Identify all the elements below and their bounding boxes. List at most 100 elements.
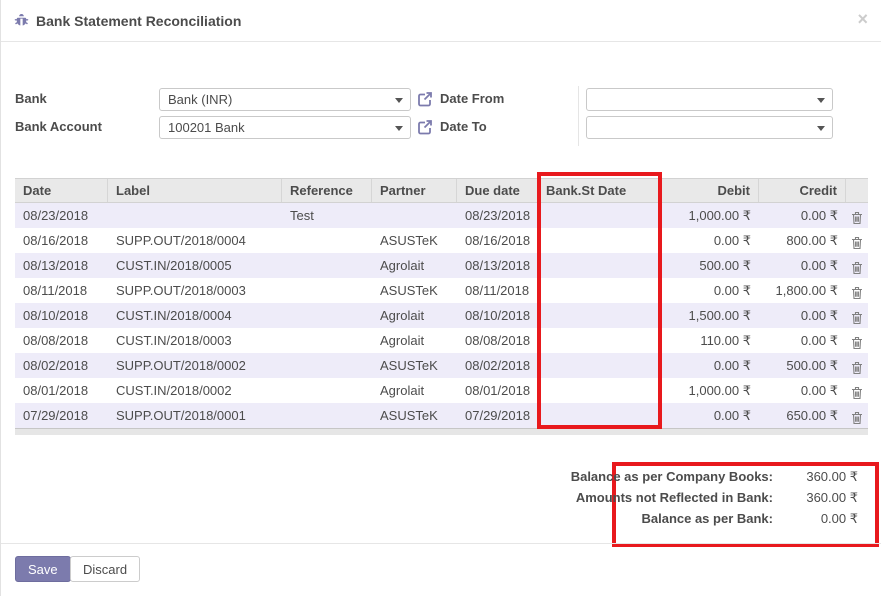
cell-actions <box>846 228 868 253</box>
cell-bank-st-date <box>538 253 662 278</box>
summary-row-company-books: Balance as per Company Books: 360.00 ₹ <box>571 466 858 487</box>
cell-bank-st-date <box>538 203 662 228</box>
summary-label: Amounts not Reflected in Bank: <box>576 487 773 508</box>
cell-credit: 0.00 ₹ <box>759 328 846 353</box>
table-row[interactable]: 07/29/2018 SUPP.OUT/2018/0001 ASUSTeK 07… <box>15 403 868 428</box>
table-header-row: Date Label Reference Partner Due date Ba… <box>15 178 868 203</box>
cell-reference <box>282 353 372 378</box>
cell-due-date: 08/08/2018 <box>457 328 538 353</box>
delete-row-icon[interactable] <box>851 258 863 272</box>
cell-debit: 1,000.00 ₹ <box>662 378 759 403</box>
cell-reference <box>282 278 372 303</box>
table-row[interactable]: 08/13/2018 CUST.IN/2018/0005 Agrolait 08… <box>15 253 868 278</box>
cell-debit: 110.00 ₹ <box>662 328 759 353</box>
cell-date: 08/13/2018 <box>15 253 108 278</box>
cell-debit: 0.00 ₹ <box>662 278 759 303</box>
cell-due-date: 08/23/2018 <box>457 203 538 228</box>
bank-account-select-value: 100201 Bank <box>168 120 245 135</box>
close-icon[interactable]: × <box>857 10 868 28</box>
cell-date: 08/01/2018 <box>15 378 108 403</box>
bank-select-value: Bank (INR) <box>168 92 232 107</box>
cell-bank-st-date <box>538 378 662 403</box>
cell-label: SUPP.OUT/2018/0002 <box>108 353 282 378</box>
delete-row-icon[interactable] <box>851 358 863 372</box>
cell-label: CUST.IN/2018/0002 <box>108 378 282 403</box>
column-header-actions <box>846 179 868 202</box>
cell-bank-st-date <box>538 403 662 428</box>
cell-debit: 1,500.00 ₹ <box>662 303 759 328</box>
cell-partner: ASUSTeK <box>372 228 457 253</box>
cell-due-date: 08/11/2018 <box>457 278 538 303</box>
cell-credit: 0.00 ₹ <box>759 203 846 228</box>
cell-actions <box>846 278 868 303</box>
table-row[interactable]: 08/01/2018 CUST.IN/2018/0002 Agrolait 08… <box>15 378 868 403</box>
cell-date: 08/16/2018 <box>15 228 108 253</box>
delete-row-icon[interactable] <box>851 283 863 297</box>
bank-select[interactable]: Bank (INR) <box>159 88 411 111</box>
cell-label: CUST.IN/2018/0003 <box>108 328 282 353</box>
bank-external-link-icon[interactable] <box>417 91 433 107</box>
cell-date: 08/23/2018 <box>15 203 108 228</box>
cell-reference <box>282 378 372 403</box>
cell-credit: 1,800.00 ₹ <box>759 278 846 303</box>
cell-bank-st-date <box>538 278 662 303</box>
bank-account-label: Bank Account <box>15 119 102 134</box>
form-divider <box>578 86 579 146</box>
cell-reference <box>282 303 372 328</box>
bank-account-external-link-icon[interactable] <box>417 119 433 135</box>
cell-actions <box>846 203 868 228</box>
dialog-header: Bank Statement Reconciliation × <box>1 0 881 42</box>
delete-row-icon[interactable] <box>851 408 863 422</box>
discard-button[interactable]: Discard <box>70 556 140 582</box>
summary-label: Balance as per Company Books: <box>571 466 773 487</box>
summary-value: 360.00 ₹ <box>773 487 858 508</box>
delete-row-icon[interactable] <box>851 233 863 247</box>
column-header-reference[interactable]: Reference <box>282 179 372 202</box>
bank-statement-reconciliation-dialog: Bank Statement Reconciliation × Bank Ban… <box>0 0 881 596</box>
cell-partner: Agrolait <box>372 328 457 353</box>
cell-label: CUST.IN/2018/0005 <box>108 253 282 278</box>
date-from-label: Date From <box>440 91 504 106</box>
cell-due-date: 08/13/2018 <box>457 253 538 278</box>
cell-actions <box>846 328 868 353</box>
cell-label: SUPP.OUT/2018/0003 <box>108 278 282 303</box>
table-row[interactable]: 08/02/2018 SUPP.OUT/2018/0002 ASUSTeK 08… <box>15 353 868 378</box>
delete-row-icon[interactable] <box>851 208 863 222</box>
summary-row-not-reflected: Amounts not Reflected in Bank: 360.00 ₹ <box>571 487 858 508</box>
column-header-due-date[interactable]: Due date <box>457 179 538 202</box>
cell-date: 08/11/2018 <box>15 278 108 303</box>
cell-credit: 0.00 ₹ <box>759 378 846 403</box>
date-to-label: Date To <box>440 119 487 134</box>
date-to-select[interactable] <box>586 116 833 139</box>
delete-row-icon[interactable] <box>851 308 863 322</box>
cell-reference: Test <box>282 203 372 228</box>
column-header-date[interactable]: Date <box>15 179 108 202</box>
column-header-credit[interactable]: Credit <box>759 179 846 202</box>
cell-date: 08/02/2018 <box>15 353 108 378</box>
table-row[interactable]: 08/10/2018 CUST.IN/2018/0004 Agrolait 08… <box>15 303 868 328</box>
column-header-partner[interactable]: Partner <box>372 179 457 202</box>
delete-row-icon[interactable] <box>851 333 863 347</box>
column-header-label[interactable]: Label <box>108 179 282 202</box>
cell-reference <box>282 403 372 428</box>
table-row[interactable]: 08/11/2018 SUPP.OUT/2018/0003 ASUSTeK 08… <box>15 278 868 303</box>
column-header-debit[interactable]: Debit <box>662 179 759 202</box>
table-row[interactable]: 08/16/2018 SUPP.OUT/2018/0004 ASUSTeK 08… <box>15 228 868 253</box>
cell-due-date: 08/01/2018 <box>457 378 538 403</box>
bank-account-select[interactable]: 100201 Bank <box>159 116 411 139</box>
cell-due-date: 08/02/2018 <box>457 353 538 378</box>
table-row[interactable]: 08/23/2018 Test 08/23/2018 1,000.00 ₹ 0.… <box>15 203 868 228</box>
table-body: 08/23/2018 Test 08/23/2018 1,000.00 ₹ 0.… <box>15 203 868 428</box>
table-row[interactable]: 08/08/2018 CUST.IN/2018/0003 Agrolait 08… <box>15 328 868 353</box>
bank-label: Bank <box>15 91 47 106</box>
delete-row-icon[interactable] <box>851 383 863 397</box>
cell-credit: 650.00 ₹ <box>759 403 846 428</box>
cell-actions <box>846 403 868 428</box>
cell-debit: 500.00 ₹ <box>662 253 759 278</box>
cell-actions <box>846 353 868 378</box>
save-button[interactable]: Save <box>15 556 71 582</box>
column-header-bank-st-date[interactable]: Bank.St Date <box>538 179 662 202</box>
date-from-select[interactable] <box>586 88 833 111</box>
cell-reference <box>282 228 372 253</box>
footer-divider <box>1 543 881 544</box>
